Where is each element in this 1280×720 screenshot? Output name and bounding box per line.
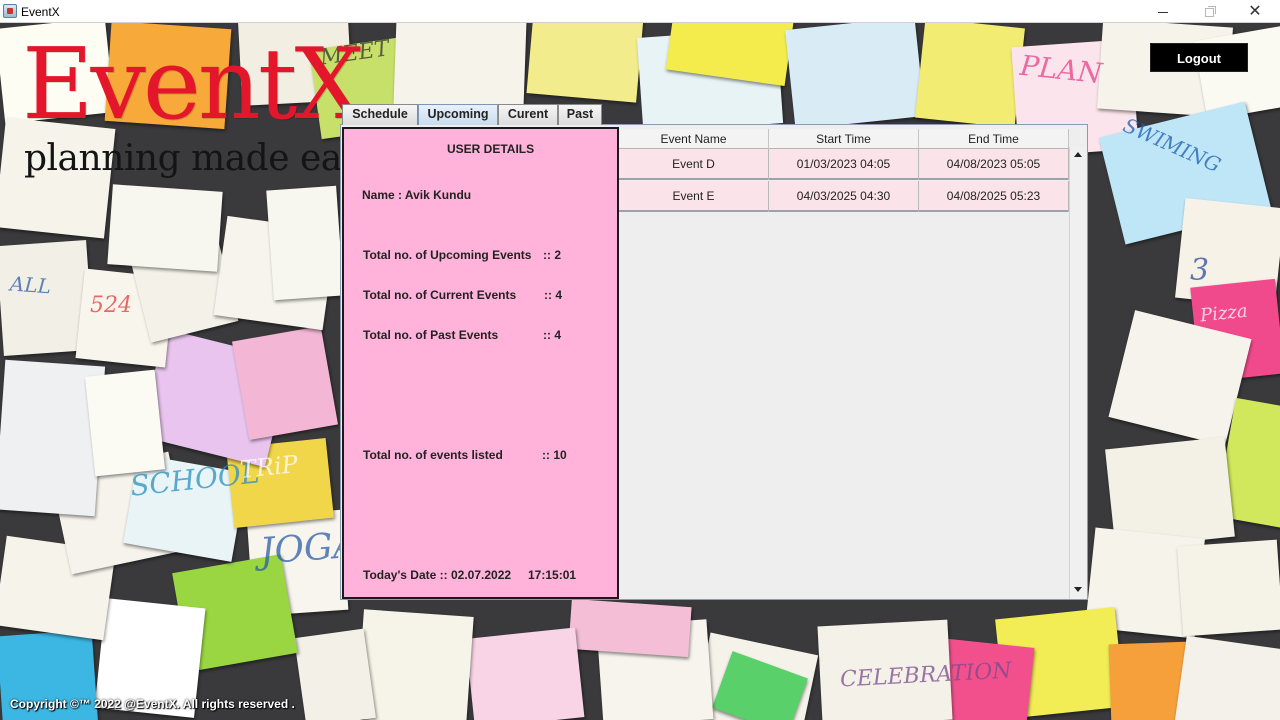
tab-past[interactable]: Past bbox=[558, 104, 602, 125]
tab-current[interactable]: Curent bbox=[498, 104, 558, 125]
cell-start-time: 01/03/2023 04:05 bbox=[769, 149, 919, 180]
past-events-label: Total no. of Past Events bbox=[363, 328, 499, 342]
upcoming-events-label: Total no. of Upcoming Events bbox=[363, 248, 532, 262]
minimize-icon bbox=[1158, 11, 1168, 13]
bg-doodle: 524 bbox=[90, 293, 132, 318]
bg-note bbox=[1174, 635, 1280, 720]
events-listed-count: :: 10 bbox=[542, 448, 567, 462]
todays-date: Today's Date :: 02.07.2022 bbox=[363, 568, 512, 582]
bg-note bbox=[84, 369, 166, 477]
scroll-up-button[interactable] bbox=[1070, 147, 1087, 163]
scroll-down-button[interactable] bbox=[1070, 582, 1087, 598]
table-row[interactable]: Event E 04/03/2025 04:30 04/08/2025 05:2… bbox=[619, 181, 1069, 212]
cell-event-name: Event E bbox=[619, 181, 769, 212]
restore-icon bbox=[1204, 5, 1216, 17]
bg-note bbox=[266, 185, 344, 301]
upcoming-events-count: :: 2 bbox=[543, 248, 561, 262]
table-header: Event Name Start Time End Time bbox=[619, 129, 1069, 149]
logout-button[interactable]: Logout bbox=[1150, 43, 1248, 72]
bg-note bbox=[294, 628, 376, 720]
cell-end-time: 04/08/2025 05:23 bbox=[919, 181, 1069, 212]
current-time: 17:15:01 bbox=[528, 568, 577, 582]
bg-note bbox=[568, 598, 692, 658]
window-titlebar: EventX ✕ bbox=[0, 0, 1280, 23]
bg-note bbox=[107, 184, 223, 272]
bg-doodle: 3 bbox=[1190, 253, 1210, 288]
events-table: Event Name Start Time End Time Event D 0… bbox=[619, 127, 1087, 599]
events-listed-label: Total no. of events listed bbox=[363, 448, 503, 462]
table-row[interactable]: Event D 01/03/2023 04:05 04/08/2023 05:0… bbox=[619, 149, 1069, 180]
window-title: EventX bbox=[21, 5, 60, 19]
cell-start-time: 04/03/2025 04:30 bbox=[769, 181, 919, 212]
current-events-count: :: 4 bbox=[544, 288, 562, 302]
user-details-heading: USER DETAILS bbox=[447, 142, 535, 156]
bg-note bbox=[232, 325, 338, 441]
bg-note bbox=[393, 23, 527, 111]
column-header-start-time[interactable]: Start Time bbox=[769, 129, 919, 149]
table-vertical-scrollbar[interactable] bbox=[1069, 147, 1086, 599]
bg-note bbox=[465, 627, 585, 720]
bg-note bbox=[1176, 539, 1280, 637]
user-name: Name : Avik Kundu bbox=[362, 188, 472, 202]
column-header-event-name[interactable]: Event Name bbox=[619, 129, 769, 149]
maximize-button[interactable] bbox=[1186, 0, 1232, 23]
bg-doodle: ALL bbox=[9, 271, 52, 299]
column-header-end-time[interactable]: End Time bbox=[919, 129, 1069, 149]
arrow-down-icon bbox=[1074, 587, 1082, 592]
past-events-count: :: 4 bbox=[543, 328, 561, 342]
brand-tagline: planning made easy bbox=[24, 138, 380, 179]
cell-event-name: Event D bbox=[619, 149, 769, 180]
bg-note bbox=[526, 23, 644, 103]
tab-upcoming[interactable]: Upcoming bbox=[418, 104, 498, 125]
java-app-icon bbox=[3, 4, 17, 18]
arrow-up-icon bbox=[1074, 152, 1082, 157]
copyright-notice: Copyright ©™ 2022 @EventX. All rights re… bbox=[10, 697, 295, 711]
close-icon: ✕ bbox=[1248, 3, 1262, 20]
user-details-panel: USER DETAILS Name : Avik Kundu Total no.… bbox=[342, 127, 619, 599]
brand-title: EventX bbox=[22, 28, 364, 142]
current-events-label: Total no. of Current Events bbox=[363, 288, 517, 302]
close-button[interactable]: ✕ bbox=[1232, 0, 1278, 23]
cell-end-time: 04/08/2023 05:05 bbox=[919, 149, 1069, 180]
bg-note bbox=[785, 23, 925, 130]
tab-schedule[interactable]: Schedule bbox=[342, 104, 418, 125]
bg-note bbox=[915, 23, 1025, 128]
minimize-button[interactable] bbox=[1140, 0, 1186, 23]
